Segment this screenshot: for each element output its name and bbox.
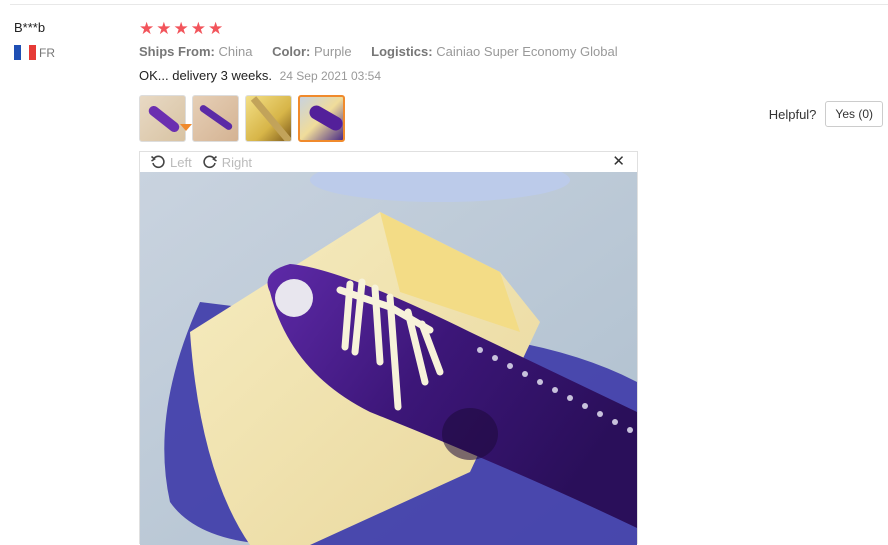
rotate-left-label: Left <box>170 154 192 170</box>
rotate-right-label: Right <box>221 154 253 170</box>
thumbnail-1[interactable] <box>139 95 186 142</box>
helpful-yes-button[interactable]: Yes (0) <box>825 101 883 127</box>
active-thumbnail-caret <box>180 124 192 131</box>
helpful-vote: Helpful? Yes (0) <box>769 101 883 127</box>
review-date: 24 Sep 2021 03:54 <box>279 69 382 83</box>
star-icon: ★ <box>156 19 172 38</box>
rotate-right-button[interactable]: Right <box>202 154 252 170</box>
country-code: FR <box>39 45 55 60</box>
star-rating: ★ ★ ★ ★ ★ <box>139 20 888 37</box>
close-icon[interactable]: ✕ <box>612 154 625 170</box>
thumbnail-2[interactable] <box>192 95 239 142</box>
france-flag-icon <box>14 45 36 60</box>
logistics: Logistics: Cainiao Super Economy Global <box>371 44 618 59</box>
helpful-label: Helpful? <box>768 106 817 122</box>
comment-text: OK... delivery 3 weeks. <box>139 68 272 83</box>
color-option: Color: Purple <box>272 44 352 59</box>
rotate-left-icon <box>150 155 165 169</box>
reviewer-info: B***b FR <box>14 20 55 60</box>
top-divider <box>10 4 888 5</box>
review-photo <box>140 172 637 545</box>
star-icon: ★ <box>139 19 155 38</box>
thumbnail-4[interactable] <box>298 95 345 142</box>
viewer-toolbar: Left Right ✕ <box>140 152 637 172</box>
rotate-left-button[interactable]: Left <box>150 154 192 170</box>
star-icon: ★ <box>173 19 189 38</box>
image-viewer: Left Right ✕ <box>139 151 638 545</box>
ships-from: Ships From: China <box>139 44 253 59</box>
review-meta: Ships From: China Color: Purple Logistic… <box>139 44 888 59</box>
thumbnail-3[interactable] <box>245 95 292 142</box>
rotate-right-icon <box>203 155 217 169</box>
star-icon: ★ <box>190 19 206 38</box>
butter-knife-photo-icon <box>140 172 637 545</box>
star-icon: ★ <box>208 19 224 38</box>
reviewer-country: FR <box>14 45 55 60</box>
review-comment: OK... delivery 3 weeks. 24 Sep 2021 03:5… <box>139 68 888 83</box>
reviewer-name: B***b <box>14 20 46 35</box>
